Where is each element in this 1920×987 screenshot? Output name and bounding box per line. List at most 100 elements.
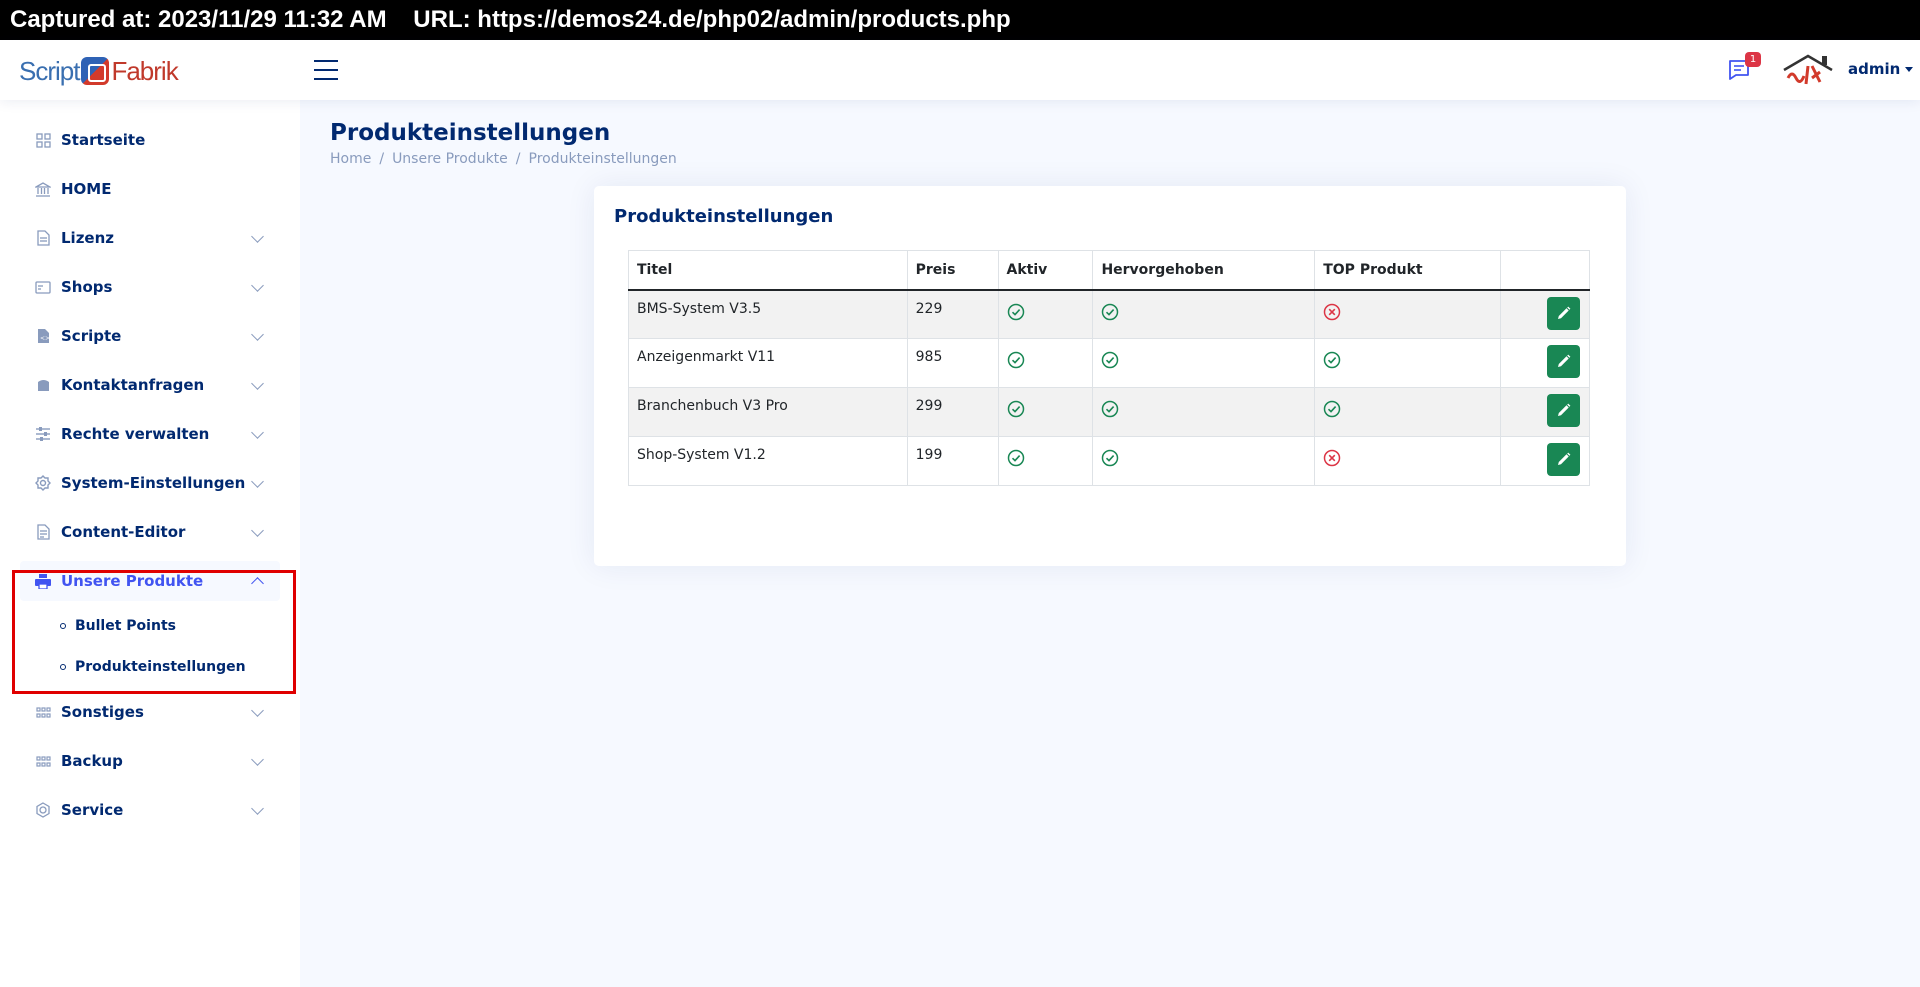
sidebar-item-label: Sonstiges — [61, 703, 144, 721]
table-row: Shop-System V1.2 199 — [628, 436, 1591, 486]
sidebar-item-unsere-produkte[interactable]: Unsere Produkte — [20, 561, 280, 601]
sidebar-item-label: Kontaktanfragen — [61, 376, 205, 394]
circle-icon — [60, 663, 66, 670]
sidebar-item-content-editor[interactable]: Content-Editor — [20, 512, 280, 552]
column-header-actions — [1499, 250, 1591, 291]
cell-preis: 985 — [906, 338, 999, 388]
sidebar-subitem-produkteinstellungen[interactable]: Produkteinstellungen — [20, 651, 280, 682]
apps-icon — [35, 753, 51, 769]
sidebar-item-label: HOME — [61, 180, 112, 198]
products-card: Produkteinstellungen Titel Preis Aktiv H… — [594, 186, 1626, 566]
user-name: admin — [1848, 60, 1901, 78]
cell-preis: 229 — [906, 289, 999, 339]
sidebar-item-service[interactable]: Service — [20, 790, 280, 830]
svg-text:<>: <> — [40, 335, 50, 342]
sidebar-item-scripte[interactable]: <> Scripte — [20, 316, 280, 356]
aktiv-cell — [997, 387, 1094, 437]
actions-cell — [1499, 436, 1591, 486]
table-row: Anzeigenmarkt V11 985 — [628, 338, 1591, 388]
edit-button[interactable] — [1546, 345, 1580, 378]
logo-mark-icon — [81, 57, 110, 85]
sidebar-subitem-bullet-points[interactable]: Bullet Points — [20, 610, 280, 641]
sidebar-item-home[interactable]: HOME — [20, 169, 280, 209]
sidebar-item-lizenz[interactable]: Lizenz — [20, 218, 280, 258]
hervorgehoben-cell — [1092, 289, 1316, 339]
sidebar-item-system-einstellungen[interactable]: System-Einstellungen — [20, 463, 280, 503]
file-text-icon — [35, 524, 51, 540]
apps-icon — [35, 704, 51, 720]
chevron-down-icon — [251, 524, 264, 537]
menu-toggle-icon[interactable] — [314, 60, 338, 80]
edit-button[interactable] — [1546, 296, 1580, 330]
column-header-preis[interactable]: Preis — [906, 250, 999, 291]
sliders-icon — [35, 426, 51, 442]
check-circle-icon — [1101, 351, 1119, 369]
hervorgehoben-cell — [1092, 338, 1316, 388]
chevron-down-icon — [251, 704, 264, 717]
breadcrumb-unsere-produkte[interactable]: Unsere Produkte — [392, 151, 508, 167]
hervorgehoben-cell — [1092, 387, 1316, 437]
top-produkt-cell — [1314, 387, 1501, 437]
sidebar-item-label: Lizenz — [61, 229, 115, 247]
table-header-row: Titel Preis Aktiv Hervorgehoben TOP Prod… — [628, 250, 1591, 291]
check-circle-icon — [1007, 449, 1025, 467]
sidebar-item-label: Unsere Produkte — [61, 572, 204, 590]
column-header-hervorgehoben[interactable]: Hervorgehoben — [1092, 250, 1316, 291]
card-icon — [35, 279, 51, 295]
chevron-down-icon — [251, 802, 264, 815]
edit-button[interactable] — [1546, 394, 1580, 427]
column-header-aktiv[interactable]: Aktiv — [997, 250, 1094, 291]
cell-titel: Anzeigenmarkt V11 — [628, 338, 908, 388]
page-title: Produkteinstellungen — [330, 120, 611, 146]
top-header: Script Fabrik 1 admin — [0, 40, 1920, 100]
actions-cell — [1499, 338, 1591, 388]
check-circle-icon — [1007, 400, 1025, 418]
check-circle-icon — [1101, 303, 1119, 321]
capture-banner: Captured at: 2023/11/29 11:32 AM URL: ht… — [0, 0, 1920, 40]
column-header-titel[interactable]: Titel — [628, 250, 908, 291]
file-code-icon: <> — [35, 328, 51, 344]
inbox-icon — [35, 377, 51, 393]
edit-button[interactable] — [1546, 443, 1580, 476]
chevron-down-icon — [251, 230, 264, 243]
bank-icon — [35, 181, 51, 197]
avatar — [1783, 54, 1833, 85]
table-row: Branchenbuch V3 Pro 299 — [628, 387, 1591, 437]
breadcrumb-separator: / — [515, 151, 521, 167]
breadcrumb-home[interactable]: Home — [330, 151, 371, 167]
service-icon — [35, 802, 51, 818]
top-produkt-cell — [1314, 338, 1501, 388]
user-menu[interactable]: admin — [1782, 52, 1914, 86]
chevron-down-icon — [251, 279, 264, 292]
x-circle-icon — [1323, 303, 1341, 321]
printer-icon — [35, 573, 51, 589]
sidebar-item-startseite[interactable]: Startseite — [20, 120, 280, 160]
gear-icon — [35, 475, 51, 491]
sidebar-subitem-label: Bullet Points — [75, 617, 176, 634]
actions-cell — [1499, 387, 1591, 437]
chevron-down-icon — [251, 475, 264, 488]
cell-titel: Branchenbuch V3 Pro — [628, 387, 908, 437]
column-header-top-produkt[interactable]: TOP Produkt — [1314, 250, 1501, 291]
sidebar-item-sonstiges[interactable]: Sonstiges — [20, 692, 280, 732]
breadcrumb-separator: / — [379, 151, 385, 167]
sidebar-item-backup[interactable]: Backup — [20, 741, 280, 781]
chevron-down-icon — [251, 753, 264, 766]
messages-button[interactable]: 1 — [1727, 52, 1761, 84]
logo-text-fabrik: Fabrik — [111, 55, 178, 86]
top-produkt-cell — [1314, 289, 1501, 339]
actions-cell — [1499, 289, 1591, 339]
chevron-down-icon — [251, 377, 264, 390]
logo[interactable]: Script Fabrik — [19, 54, 179, 88]
sidebar-item-shops[interactable]: Shops — [20, 267, 280, 307]
check-circle-icon — [1007, 351, 1025, 369]
cell-titel: BMS-System V3.5 — [628, 289, 908, 339]
sidebar-item-rechte-verwalten[interactable]: Rechte verwalten — [20, 414, 280, 454]
sidebar-item-kontaktanfragen[interactable]: Kontaktanfragen — [20, 365, 280, 405]
hervorgehoben-cell — [1092, 436, 1316, 486]
logo-text-script: Script — [19, 55, 80, 86]
card-title: Produkteinstellungen — [614, 206, 834, 227]
chevron-down-icon — [251, 426, 264, 439]
sidebar-item-label: Service — [61, 801, 124, 819]
chevron-down-icon — [1905, 66, 1914, 72]
